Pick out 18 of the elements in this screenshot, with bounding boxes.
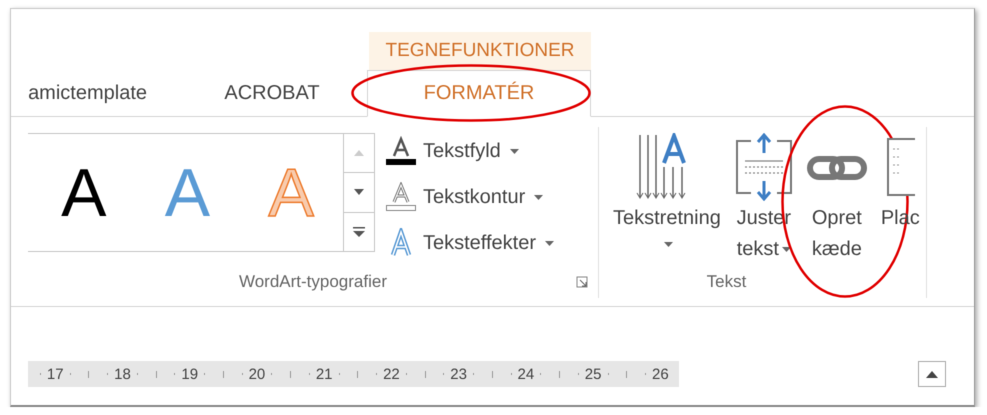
- collapse-ribbon-button[interactable]: [918, 361, 946, 387]
- command-button[interactable]: Tekstfyld: [385, 131, 554, 171]
- caret-up-icon: [926, 370, 938, 378]
- caret-down-icon: [354, 189, 364, 196]
- expand-icon: [353, 226, 365, 237]
- align-text-icon: [734, 133, 793, 201]
- command-button[interactable]: Tekstkontur: [385, 177, 554, 217]
- text-fill-icon: [385, 136, 417, 166]
- wordart-style[interactable]: A: [61, 158, 106, 226]
- ruler: 17 18 19 20 21 22 23 24 25 26: [28, 361, 679, 387]
- group-label: Tekst: [706, 272, 748, 293]
- dialog-launcher-icon[interactable]: [576, 276, 588, 288]
- contextual-tab-label: TEGNEFUNKTIONER: [369, 32, 591, 70]
- ribbon-button[interactable]: Tekstretning: [607, 133, 727, 254]
- command-button[interactable]: Teksteffekter: [385, 223, 554, 263]
- group-label: WordArt-typografier: [238, 272, 388, 293]
- caret-up-icon: [354, 150, 364, 156]
- text-outline-icon: [385, 182, 417, 212]
